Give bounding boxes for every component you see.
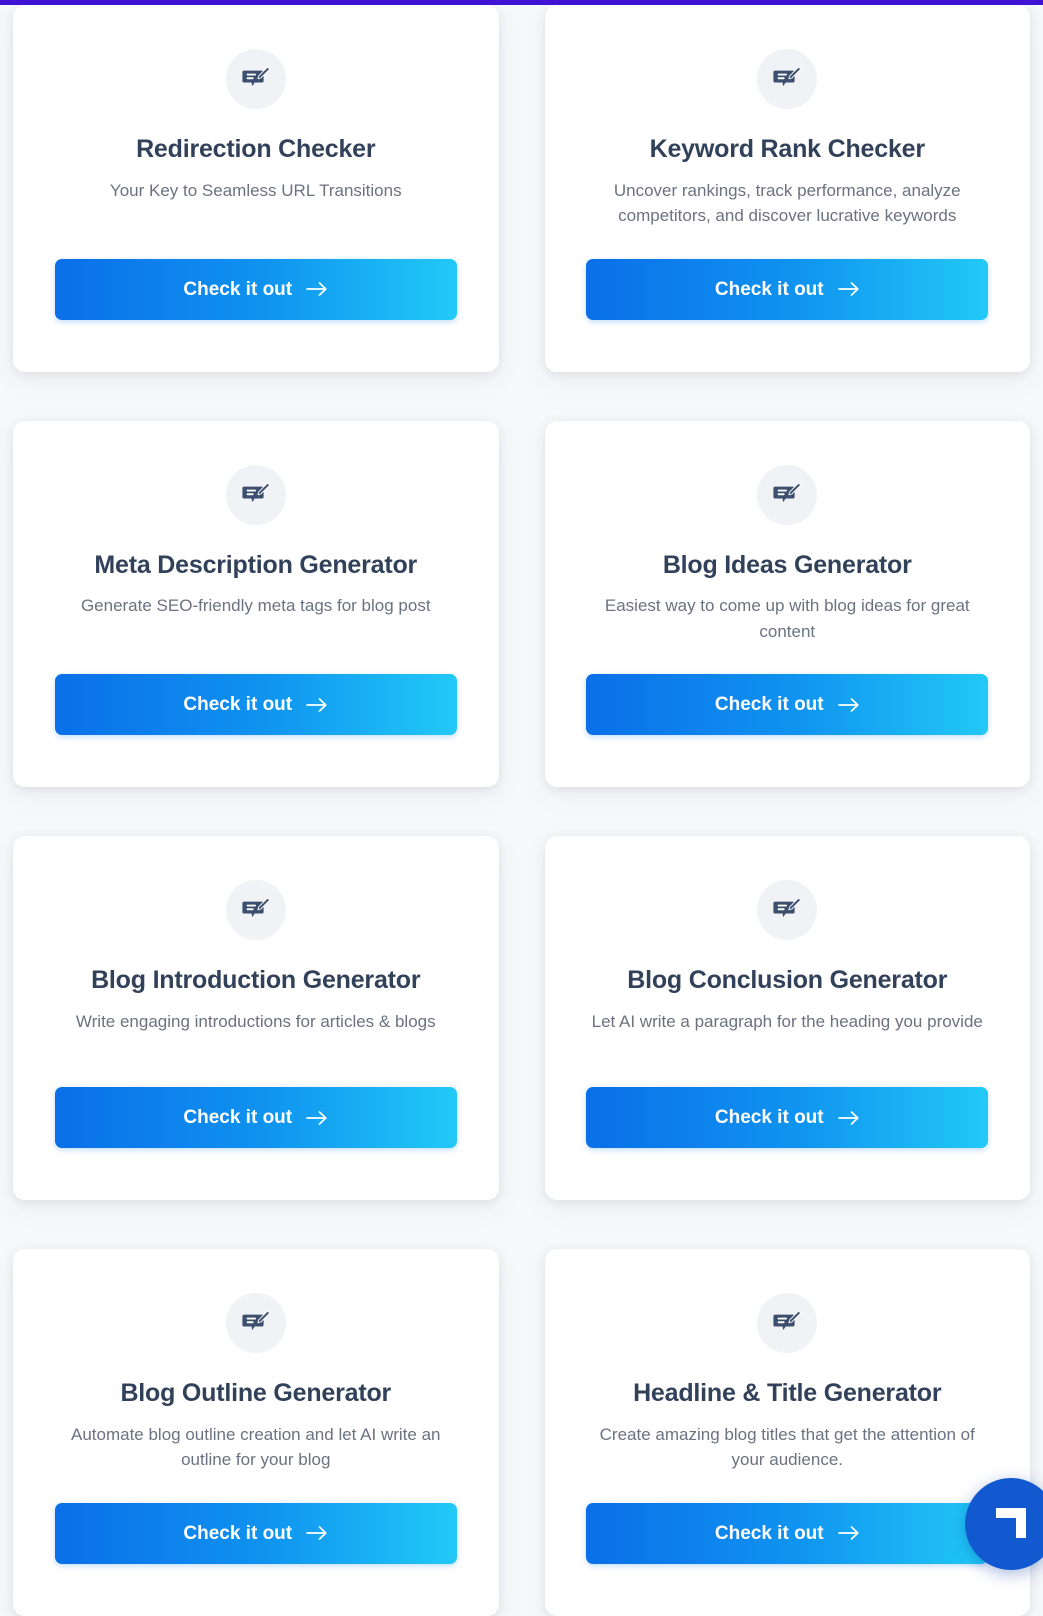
- cta-label: Check it out: [183, 1522, 293, 1544]
- tool-title: Headline & Title Generator: [633, 1379, 942, 1407]
- tool-description: Uncover rankings, track performance, ana…: [613, 180, 961, 226]
- tool-title: Redirection Checker: [136, 135, 376, 163]
- tool-description: Your Key to Seamless URL Transitions: [109, 180, 402, 200]
- tool-card[interactable]: Blog Introduction Generator Write engagi…: [13, 836, 499, 1200]
- tool-title: Blog Introduction Generator: [91, 966, 421, 994]
- cta-label: Check it out: [714, 694, 824, 715]
- tool-title: Meta Description Generator: [94, 550, 418, 579]
- tool-card[interactable]: Blog Ideas Generator Easiest way to come…: [544, 420, 1030, 787]
- comment-edit-icon: [225, 1293, 286, 1353]
- cta-label: Check it out: [714, 1107, 824, 1128]
- comment-edit-icon: [225, 880, 286, 940]
- arrow-right-icon: [837, 1522, 860, 1544]
- comment-edit-icon: [757, 464, 818, 525]
- cta-container: Check it out: [583, 229, 993, 320]
- tool-card[interactable]: Keyword Rank Checker Uncover rankings, t…: [544, 5, 1030, 372]
- tool-title: Blog Conclusion Generator: [627, 966, 948, 994]
- tool-title: Blog Ideas Generator: [662, 550, 912, 579]
- tool-card[interactable]: Headline & Title Generator Create amazin…: [544, 1249, 1030, 1616]
- check-it-out-button[interactable]: Check it out: [54, 1087, 457, 1148]
- comment-edit-icon: [757, 880, 818, 940]
- arrow-right-icon: [306, 694, 328, 716]
- comment-edit-icon: [225, 49, 286, 109]
- check-it-out-button[interactable]: Check it out: [54, 258, 457, 320]
- check-it-out-button[interactable]: Check it out: [54, 674, 457, 735]
- check-it-out-button[interactable]: Check it out: [586, 1087, 989, 1148]
- arrow-right-icon: [837, 1107, 860, 1129]
- cta-container: Check it out: [51, 1057, 461, 1148]
- check-it-out-button[interactable]: Check it out: [586, 1502, 989, 1564]
- cta-label: Check it out: [183, 694, 293, 715]
- page-load-progress-bar: [0, 0, 1043, 5]
- tool-card[interactable]: Meta Description Generator Generate SEO-…: [13, 420, 499, 787]
- check-it-out-button[interactable]: Check it out: [586, 258, 989, 320]
- tool-description: Easiest way to come up with blog ideas f…: [604, 596, 970, 641]
- cta-container: Check it out: [51, 1473, 461, 1564]
- cta-container: Check it out: [583, 1057, 993, 1148]
- tools-card-grid: Redirection Checker Your Key to Seamless…: [0, 5, 1043, 1616]
- tool-description: Automate blog outline creation and let A…: [70, 1424, 441, 1470]
- comment-edit-icon: [225, 464, 286, 525]
- tool-card[interactable]: Blog Conclusion Generator Let AI write a…: [544, 836, 1030, 1200]
- cta-container: Check it out: [583, 1473, 993, 1564]
- tool-description: Create amazing blog titles that get the …: [599, 1424, 975, 1470]
- tool-description: Write engaging introductions for article…: [75, 1011, 436, 1031]
- tool-description: Generate SEO-friendly meta tags for blog…: [80, 596, 431, 615]
- tool-card[interactable]: Blog Outline Generator Automate blog out…: [13, 1249, 499, 1616]
- tool-card[interactable]: Redirection Checker Your Key to Seamless…: [13, 5, 499, 372]
- cta-container: Check it out: [583, 644, 993, 735]
- comment-edit-icon: [757, 1293, 818, 1353]
- tool-title: Keyword Rank Checker: [649, 135, 925, 163]
- arrow-right-icon: [837, 278, 860, 300]
- cta-label: Check it out: [183, 278, 293, 300]
- arrow-right-icon: [837, 694, 860, 716]
- corner-arrow-logo-icon: [990, 1502, 1032, 1547]
- cta-label: Check it out: [183, 1107, 293, 1128]
- cta-label: Check it out: [714, 278, 824, 300]
- arrow-right-icon: [306, 1522, 328, 1544]
- check-it-out-button[interactable]: Check it out: [54, 1502, 457, 1564]
- comment-edit-icon: [757, 49, 818, 109]
- arrow-right-icon: [306, 278, 328, 300]
- check-it-out-button[interactable]: Check it out: [586, 674, 989, 735]
- cta-container: Check it out: [51, 229, 461, 320]
- tool-title: Blog Outline Generator: [120, 1379, 392, 1407]
- arrow-right-icon: [306, 1107, 328, 1129]
- cta-container: Check it out: [51, 644, 461, 735]
- tool-description: Let AI write a paragraph for the heading…: [591, 1011, 983, 1031]
- cta-label: Check it out: [714, 1522, 824, 1544]
